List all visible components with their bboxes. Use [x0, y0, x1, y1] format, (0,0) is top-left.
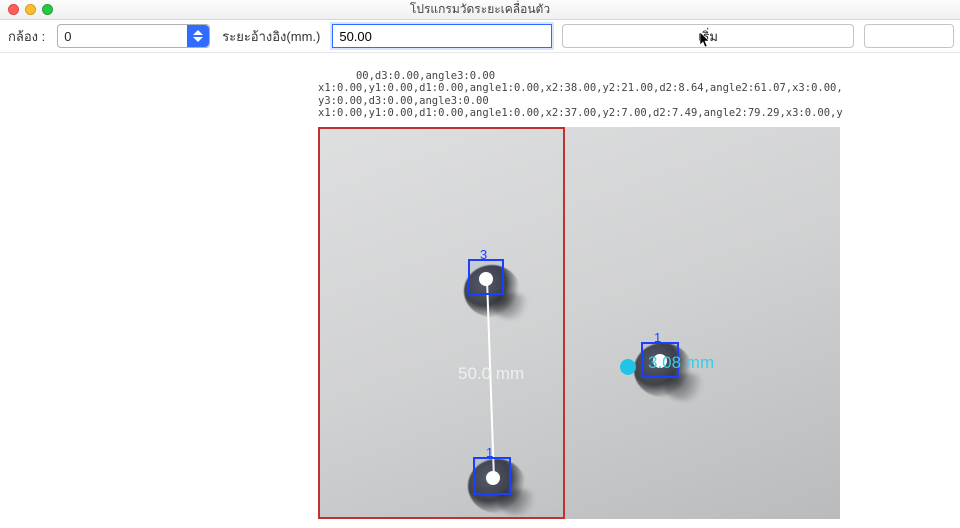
start-button-label: เริ่ม [698, 26, 718, 47]
reference-label: ระยะอ้างอิง(mm.) [220, 26, 322, 47]
content: 00,d3:0.00,angle3:0.00 x1:0.00,y1:0.00,d… [0, 53, 960, 528]
distance-text: 50.0 mm [458, 364, 524, 384]
minimize-icon[interactable] [25, 4, 36, 15]
tracker-id: 1 [486, 445, 493, 460]
right-area: 00,d3:0.00,angle3:0.00 x1:0.00,y1:0.00,d… [318, 53, 960, 528]
extra-button[interactable] [864, 24, 954, 48]
camera-value: 0 [64, 29, 71, 44]
reference-input[interactable] [332, 24, 552, 48]
tracker-id: 3 [480, 247, 487, 262]
tracker-center-dot [479, 272, 493, 286]
window-controls [8, 4, 53, 15]
log-output: 00,d3:0.00,angle3:0.00 x1:0.00,y1:0.00,d… [318, 57, 843, 119]
roi-rectangle [318, 127, 565, 519]
reference-dot [620, 359, 636, 375]
start-button[interactable]: เริ่ม [562, 24, 854, 48]
tracker-center-dot [486, 471, 500, 485]
reference-text: 3.08 mm [648, 353, 714, 373]
camera-label: กล้อง : [6, 26, 47, 47]
toolbar: กล้อง : 0 ระยะอ้างอิง(mm.) เริ่ม [0, 20, 960, 53]
video-view: 50.0 mm 3 1 1 3.08 mm [318, 127, 840, 519]
camera-select[interactable]: 0 [57, 24, 210, 48]
maximize-icon[interactable] [42, 4, 53, 15]
window-title: โปรแกรมวัดระยะเคลื่อนตัว [0, 0, 960, 19]
titlebar: โปรแกรมวัดระยะเคลื่อนตัว [0, 0, 960, 20]
left-spacer [0, 53, 318, 528]
log-text: 00,d3:0.00,angle3:0.00 x1:0.00,y1:0.00,d… [318, 70, 843, 119]
close-icon[interactable] [8, 4, 19, 15]
object-shadow [492, 293, 532, 319]
tracker-id: 1 [654, 330, 661, 345]
chevron-down-icon[interactable] [187, 25, 209, 47]
